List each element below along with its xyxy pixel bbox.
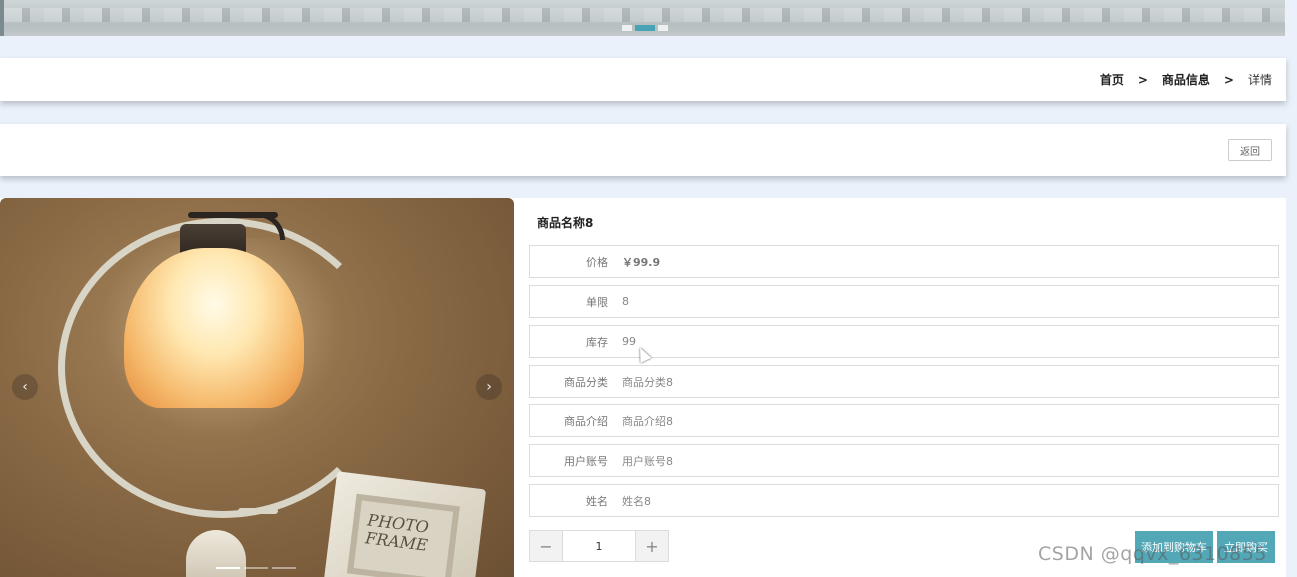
lamp-shade	[124, 248, 304, 408]
breadcrumb-section[interactable]: 商品信息	[1162, 71, 1210, 88]
banner-pagination	[622, 25, 668, 31]
quantity-input[interactable]: 1	[562, 531, 636, 561]
field-value: 商品介绍8	[622, 414, 673, 428]
decrement-button[interactable]: −	[530, 531, 562, 561]
back-button[interactable]: 返回	[1228, 139, 1272, 161]
lamp-arm-end	[238, 508, 278, 514]
field-value: 姓名8	[622, 494, 651, 508]
field-value: ￥99.9	[622, 255, 661, 269]
info-row-limit: 单限 8	[529, 285, 1279, 318]
carousel-pagination	[216, 567, 296, 569]
photo-frame: PHOTO FRAME	[323, 471, 487, 577]
field-label: 单限	[586, 295, 608, 309]
field-value: 用户账号8	[622, 454, 673, 468]
field-label: 姓名	[586, 494, 608, 508]
breadcrumb: 首页 > 商品信息 > 详情	[0, 58, 1286, 101]
carousel-dot[interactable]	[272, 567, 296, 569]
carousel-dot-active[interactable]	[216, 567, 240, 569]
chevron-right-icon[interactable]: ›	[476, 374, 502, 400]
field-label: 价格	[586, 255, 608, 269]
carousel-dot[interactable]	[244, 567, 268, 569]
banner-image-strip	[4, 8, 1285, 22]
increment-button[interactable]: +	[636, 531, 668, 561]
breadcrumb-separator: >	[1223, 72, 1234, 87]
breadcrumb-current: 详情	[1247, 73, 1272, 87]
info-row-description: 商品介绍 商品介绍8	[529, 404, 1279, 437]
field-label: 商品分类	[564, 375, 608, 389]
product-image-carousel[interactable]: PHOTO FRAME ‹ ›	[0, 198, 514, 577]
quantity-stepper: − 1 +	[529, 530, 669, 562]
field-label: 库存	[586, 335, 608, 349]
toolbar: 返回	[0, 124, 1286, 176]
field-value: 99	[622, 335, 636, 348]
info-row-category: 商品分类 商品分类8	[529, 365, 1279, 398]
watermark: CSDN @qqvx_6310855	[1038, 543, 1267, 565]
field-label: 用户账号	[564, 454, 608, 468]
info-row-price: 价格 ￥99.9	[529, 245, 1279, 278]
lamp-base	[186, 530, 246, 577]
info-row-account: 用户账号 用户账号8	[529, 444, 1279, 477]
lamp-bar	[188, 212, 278, 218]
field-value: 商品分类8	[622, 375, 673, 389]
breadcrumb-home[interactable]: 首页	[1100, 71, 1124, 88]
banner-dot[interactable]	[622, 25, 632, 31]
top-banner	[4, 0, 1285, 36]
product-title: 商品名称8	[537, 216, 594, 230]
field-value: 8	[622, 295, 629, 308]
chevron-left-icon[interactable]: ‹	[12, 374, 38, 400]
photo-frame-inner: PHOTO FRAME	[346, 493, 460, 577]
info-row-name: 姓名 姓名8	[529, 484, 1279, 517]
banner-dot-active[interactable]	[635, 25, 655, 31]
banner-dot[interactable]	[658, 25, 668, 31]
field-label: 商品介绍	[564, 414, 608, 428]
breadcrumb-separator: >	[1137, 72, 1148, 87]
